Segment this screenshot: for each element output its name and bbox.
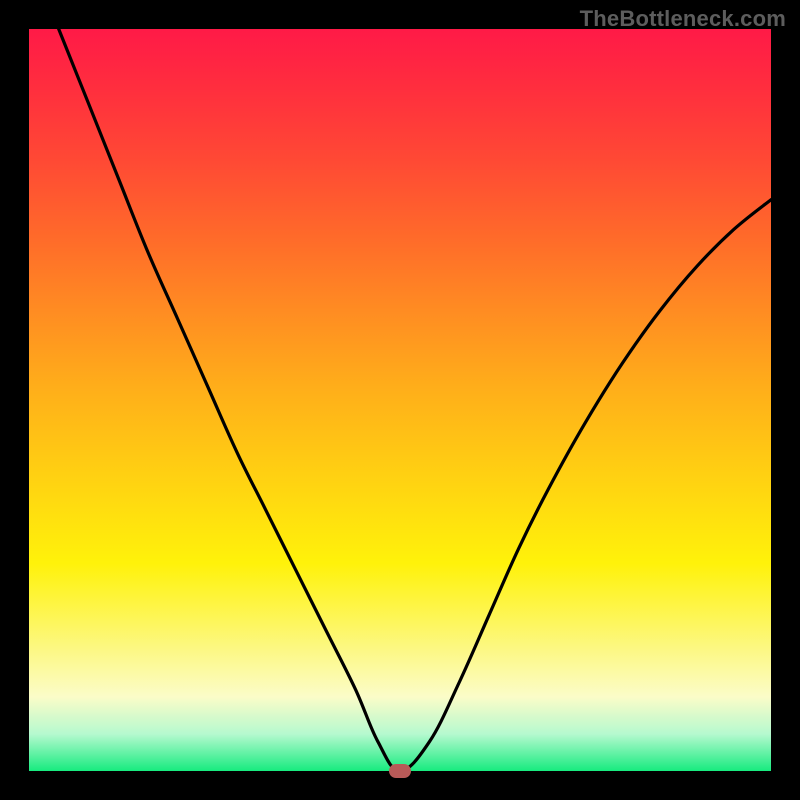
optimal-point-marker [389,764,411,778]
watermark-text: TheBottleneck.com [580,6,786,32]
bottleneck-curve [29,29,771,771]
chart-frame: TheBottleneck.com [0,0,800,800]
